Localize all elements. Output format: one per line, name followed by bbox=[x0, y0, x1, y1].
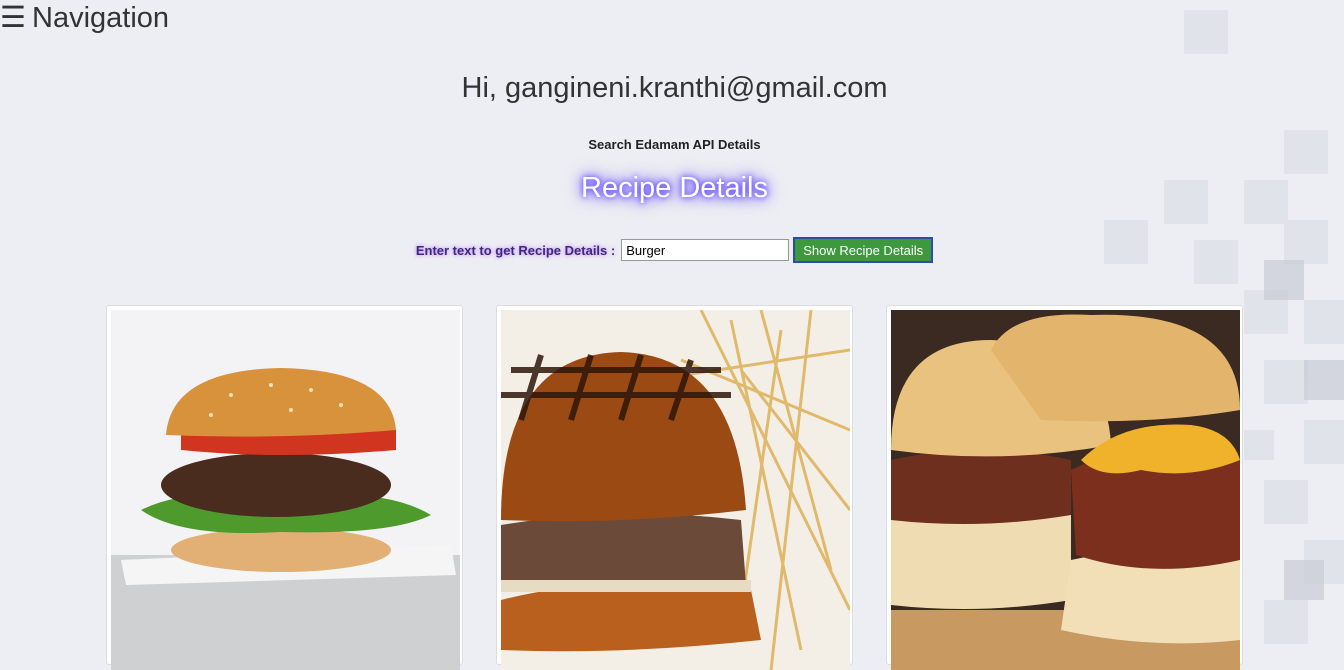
navigation-toggle[interactable]: ☰ Navigation bbox=[0, 0, 169, 36]
burger-photo-3 bbox=[891, 310, 1240, 670]
search-input[interactable] bbox=[621, 239, 790, 261]
burger-photo-1 bbox=[111, 310, 460, 670]
navigation-label: Navigation bbox=[32, 2, 170, 34]
recipe-card[interactable] bbox=[496, 305, 853, 670]
burger-photo-2 bbox=[501, 310, 850, 670]
user-greeting: Hi, gangineni.kranthi@gmail.com bbox=[461, 72, 888, 104]
search-label: Enter text to get Recipe Details : bbox=[415, 242, 616, 258]
page-title: Recipe Details bbox=[581, 172, 768, 204]
menu-icon: ☰ bbox=[0, 2, 26, 34]
page-subtitle: Search Edamam API Details bbox=[588, 137, 761, 152]
show-recipe-details-button[interactable]: Show Recipe Details bbox=[793, 237, 934, 263]
recipe-card[interactable] bbox=[106, 305, 463, 670]
recipe-card[interactable] bbox=[886, 305, 1243, 670]
search-bar: Enter text to get Recipe Details : Show … bbox=[0, 237, 1344, 263]
